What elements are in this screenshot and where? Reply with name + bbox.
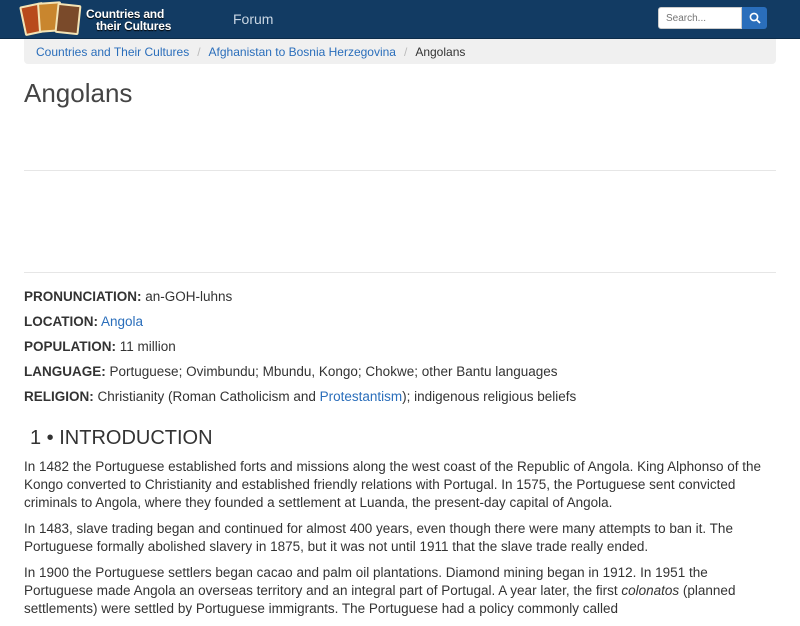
site-logo[interactable]: Countries and their Cultures bbox=[19, 1, 171, 37]
fact-language: LANGUAGE: Portuguese; Ovimbundu; Mbundu,… bbox=[24, 363, 776, 388]
fact-population: POPULATION: 11 million bbox=[24, 338, 776, 363]
fact-label: PRONUNCIATION: bbox=[24, 289, 142, 304]
fact-value: 11 million bbox=[119, 339, 176, 354]
paragraph: In 1482 the Portuguese established forts… bbox=[24, 459, 761, 510]
search-icon bbox=[749, 12, 761, 24]
breadcrumb-item-afghanistan-bosnia[interactable]: Afghanistan to Bosnia Herzegovina bbox=[209, 45, 396, 59]
breadcrumb-separator: / bbox=[403, 44, 408, 59]
breadcrumb-item-countries[interactable]: Countries and Their Cultures bbox=[36, 45, 189, 59]
fact-label: POPULATION: bbox=[24, 339, 116, 354]
paragraph-italic: colonatos bbox=[621, 583, 680, 598]
fact-value: Portuguese; Ovimbundu; Mbundu, Kongo; Ch… bbox=[109, 364, 558, 379]
fact-value: an-GOH-luhns bbox=[145, 289, 233, 304]
divider bbox=[24, 272, 776, 273]
fact-label: LOCATION: bbox=[24, 314, 98, 329]
section-heading: 1 • INTRODUCTION bbox=[30, 427, 213, 449]
divider bbox=[24, 170, 776, 171]
fact-label: LANGUAGE: bbox=[24, 364, 106, 379]
paragraph-text: In 1900 the Portuguese settlers began ca… bbox=[24, 565, 708, 598]
fact-value: Christianity (Roman Catholicism and bbox=[97, 389, 320, 404]
fact-label: RELIGION: bbox=[24, 389, 94, 404]
search-button[interactable] bbox=[742, 7, 767, 29]
breadcrumb: Countries and Their Cultures / Afghanist… bbox=[24, 39, 776, 64]
fact-religion: RELIGION: Christianity (Roman Catholicis… bbox=[24, 388, 776, 413]
breadcrumb-separator: / bbox=[197, 44, 201, 59]
protestantism-link[interactable]: Protestantism bbox=[320, 389, 403, 404]
paragraph: In 1483, slave trading began and continu… bbox=[24, 521, 733, 554]
fact-value: ); indigenous religious beliefs bbox=[402, 389, 577, 404]
article-body: In 1482 the Portuguese established forts… bbox=[24, 458, 776, 626]
facts-list: PRONUNCIATION: an-GOH-luhns LOCATION: An… bbox=[24, 288, 776, 413]
paragraph: In 1900 the Portuguese settlers began ca… bbox=[24, 564, 776, 618]
logo-text: Countries and their Cultures bbox=[86, 8, 171, 32]
search-input[interactable] bbox=[658, 7, 742, 29]
nav-forum-link[interactable]: Forum bbox=[233, 11, 273, 27]
fact-pronunciation: PRONUNCIATION: an-GOH-luhns bbox=[24, 288, 776, 313]
angola-link[interactable]: Angola bbox=[101, 314, 143, 329]
breadcrumb-current: Angolans bbox=[415, 44, 466, 59]
logo-line-2: their Cultures bbox=[96, 19, 172, 33]
page-title: Angolans bbox=[24, 78, 133, 108]
logo-image bbox=[19, 1, 84, 40]
fact-location: LOCATION: Angola bbox=[24, 313, 776, 338]
top-navbar: Countries and their Cultures Forum bbox=[0, 0, 800, 39]
